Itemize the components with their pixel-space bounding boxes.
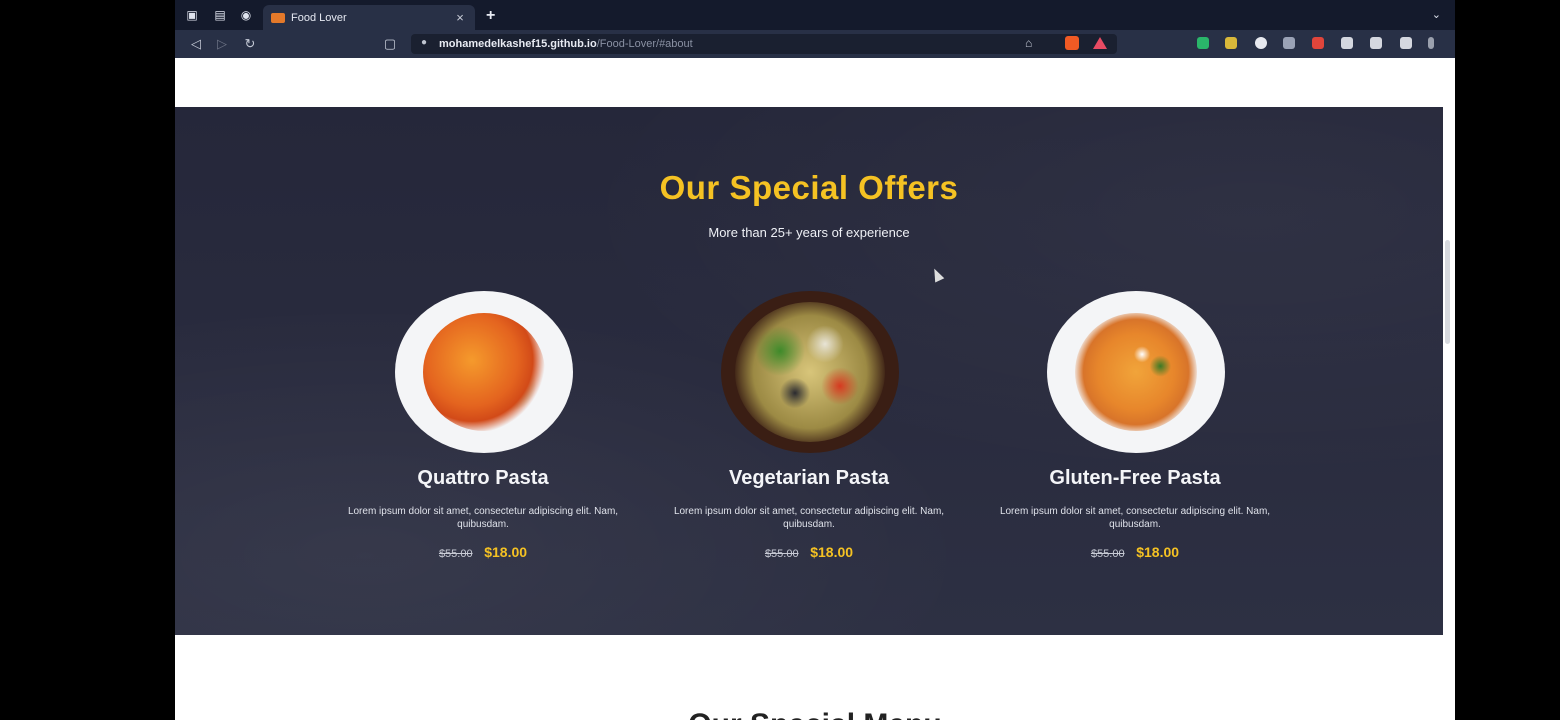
extension-icon[interactable] [1283, 37, 1295, 49]
price-row: $55.00 $18.00 [333, 544, 633, 560]
extension-icon[interactable] [1312, 37, 1324, 49]
puzzle-icon[interactable] [1341, 37, 1353, 49]
old-price: $55.00 [438, 548, 473, 560]
extension-icon[interactable] [1255, 37, 1267, 49]
special-menu-heading: Our Special Menu [175, 708, 1455, 720]
tab-title: Food Lover [291, 11, 347, 24]
back-icon[interactable]: ◁ [187, 35, 205, 53]
old-price: $55.00 [764, 548, 799, 560]
offer-card[interactable]: Quattro Pasta Lorem ipsum dolor sit amet… [333, 291, 633, 581]
salad-image [735, 302, 885, 442]
new-price: $18.00 [810, 544, 854, 560]
dish-name: Quattro Pasta [417, 467, 549, 489]
dish-description: Lorem ipsum dolor sit amet, consectetur … [347, 506, 619, 530]
sidebar-icon[interactable] [1370, 37, 1382, 49]
old-price: $55.00 [1090, 548, 1125, 560]
document-icon[interactable]: ▤ [213, 8, 227, 22]
dish-description: Lorem ipsum dolor sit amet, consectetur … [999, 506, 1271, 530]
offers-title: Our Special Offers [659, 169, 959, 206]
spaghetti-image [1075, 313, 1197, 431]
mouse-cursor-icon [929, 266, 945, 283]
new-tab-button[interactable]: + [486, 7, 495, 25]
forward-icon[interactable]: ▷ [213, 35, 231, 53]
price-row: $55.00 $18.00 [659, 544, 959, 560]
browser-window: ▣ ▤ ◉ Food Lover × + ⌄ ◁ ▷ ↻ ▢ ● mohamed… [175, 0, 1455, 720]
pasta-image [423, 313, 545, 431]
close-tab-icon[interactable]: × [453, 10, 467, 25]
new-price: $18.00 [484, 544, 528, 560]
extension-icon[interactable] [1197, 37, 1209, 49]
url-text[interactable]: mohamedelkashef15.github.io/Food-Lover/#… [439, 38, 693, 50]
page-content: Our Special Offers More than 25+ years o… [175, 58, 1455, 720]
dish-image [395, 291, 573, 453]
scrollbar-thumb[interactable] [1445, 240, 1450, 344]
special-offers-section: Our Special Offers More than 25+ years o… [175, 107, 1443, 635]
menu-icon[interactable] [1428, 37, 1434, 49]
url-domain: mohamedelkashef15.github.io [439, 38, 597, 50]
wallet-icon[interactable] [1400, 37, 1412, 49]
chevron-down-icon[interactable]: ⌄ [1432, 8, 1441, 21]
globe-icon[interactable]: ◉ [239, 8, 253, 22]
dish-image [721, 291, 899, 453]
tab-food-lover[interactable]: Food Lover × [263, 5, 475, 30]
calendar-icon[interactable]: ▣ [185, 8, 199, 22]
dish-description: Lorem ipsum dolor sit amet, consectetur … [673, 506, 945, 530]
extension-icon[interactable] [1225, 37, 1237, 49]
dish-name: Gluten-Free Pasta [1049, 467, 1221, 489]
url-path: /Food-Lover/#about [596, 38, 693, 50]
offer-card[interactable]: Gluten-Free Pasta Lorem ipsum dolor sit … [985, 291, 1285, 581]
lock-icon: ● [421, 37, 428, 48]
tab-strip: ▣ ▤ ◉ Food Lover × + ⌄ [175, 0, 1455, 30]
reload-icon[interactable]: ↻ [241, 35, 259, 53]
bookmark-icon[interactable]: ▢ [381, 35, 399, 53]
offer-card[interactable]: Vegetarian Pasta Lorem ipsum dolor sit a… [659, 291, 959, 581]
dish-image [1047, 291, 1225, 453]
brave-shield-icon[interactable] [1065, 36, 1079, 50]
address-bar[interactable]: ● mohamedelkashef15.github.io/Food-Lover… [411, 34, 1117, 54]
new-price: $18.00 [1136, 544, 1180, 560]
share-icon[interactable]: ⌂ [1025, 36, 1032, 50]
favicon-icon [271, 12, 285, 23]
rewards-icon[interactable] [1093, 37, 1107, 49]
offers-subtitle: More than 25+ years of experience [708, 225, 910, 240]
dish-name: Vegetarian Pasta [728, 467, 890, 489]
price-row: $55.00 $18.00 [985, 544, 1285, 560]
